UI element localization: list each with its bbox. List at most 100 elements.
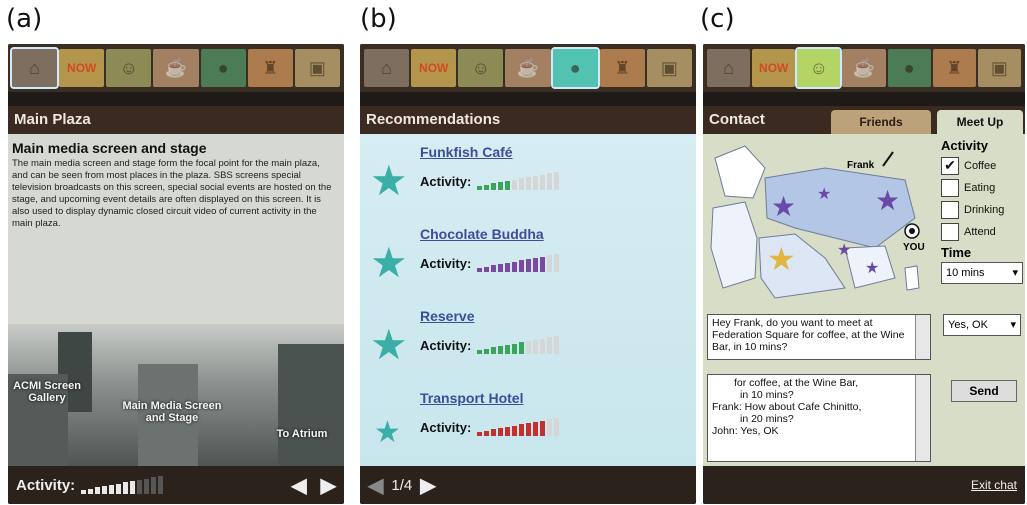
photo-label-acmi[interactable]: ACMI Screen Gallery [12, 380, 82, 404]
checkbox[interactable] [941, 223, 959, 241]
star-icon: ★ [374, 416, 401, 449]
plate-icon[interactable]: ● [550, 47, 600, 89]
activity-heading: Activity [941, 138, 988, 153]
meter-segment [533, 258, 539, 272]
next-arrow-icon[interactable]: ▶ [321, 473, 336, 498]
chat-log[interactable]: for coffee, at the Wine Bar, in 10 mins?… [707, 374, 931, 462]
meter-segment [547, 255, 553, 272]
checkbox[interactable]: ✔ [941, 157, 959, 175]
id-card-icon[interactable]: ▣ [646, 49, 692, 87]
next-page-icon[interactable]: ▶ [420, 473, 435, 498]
venue-star-icon[interactable]: ★ [875, 184, 900, 217]
venue-map[interactable]: Frank YOU ★ ★ ★ ★ ★ ★ [705, 138, 941, 308]
activity-footer: Activity: ◀ ▶ [8, 466, 344, 504]
venue-link[interactable]: Transport Hotel [420, 390, 523, 406]
reply-select[interactable]: Yes, OK ▾ [943, 314, 1021, 336]
list-item[interactable]: ★ Funkfish Café Activity: [360, 138, 696, 218]
star-icon: ★ [370, 239, 408, 286]
venue-star-icon[interactable]: ★ [865, 258, 879, 278]
category-icon-bar: ⌂ NOW ☺ ☕ ● ♜ ▣ [8, 44, 344, 92]
meter-segment [484, 185, 490, 190]
meter-segment [484, 267, 490, 272]
scrollbar[interactable] [915, 315, 930, 359]
meter-segment [130, 481, 136, 494]
now-icon-text: NOW [67, 61, 97, 75]
prev-arrow-icon[interactable]: ◀ [291, 473, 306, 498]
time-select[interactable]: 10 mins ▾ [941, 262, 1023, 284]
venue-star-icon[interactable]: ★ [837, 240, 851, 260]
photo-label-main-screen[interactable]: Main Media Screen and Stage [112, 400, 232, 424]
venue-star-highlight-icon[interactable]: ★ [767, 240, 796, 278]
venue-link[interactable]: Reserve [420, 308, 475, 324]
time-heading: Time [941, 245, 972, 260]
send-button[interactable]: Send [951, 380, 1017, 402]
plaza-photo[interactable]: ACMI Screen Gallery Main Media Screen an… [8, 324, 344, 466]
now-icon[interactable]: NOW [752, 49, 796, 87]
meter-segment [512, 180, 518, 190]
chat-line: Frank: How about Cafe Chinitto, [712, 401, 862, 413]
prev-page-icon[interactable]: ◀ [368, 473, 383, 498]
panel-c-label: (c) [700, 4, 735, 34]
venue-link[interactable]: Chocolate Buddha [420, 226, 544, 242]
meter-segment [151, 477, 157, 494]
home-icon[interactable]: ⌂ [364, 49, 410, 87]
activity-meter [477, 172, 560, 190]
activity-label: Activity: [420, 419, 472, 435]
drink-icon[interactable]: ♜ [932, 49, 976, 87]
tab-friends[interactable]: Friends [831, 110, 931, 134]
plate-icon[interactable]: ● [200, 49, 246, 87]
meter-segment [526, 259, 532, 272]
meter-segment [533, 176, 539, 190]
now-icon[interactable]: NOW [411, 49, 457, 87]
activity-label: Activity: [420, 173, 472, 189]
page-title: Main Plaza [8, 106, 344, 134]
list-item[interactable]: ★ Transport Hotel Activity: [360, 384, 696, 464]
checkbox[interactable] [941, 179, 959, 197]
meter-segment [554, 336, 560, 354]
id-card-icon[interactable]: ▣ [294, 49, 340, 87]
meter-segment [540, 175, 546, 190]
baby-icon[interactable]: ☺ [106, 49, 152, 87]
contact-tabs: Contact Friends Meet Up [703, 106, 1025, 134]
photo-label-atrium[interactable]: To Atrium [264, 428, 340, 440]
meter-segment [477, 432, 483, 436]
home-icon[interactable]: ⌂ [707, 49, 751, 87]
meter-segment [519, 178, 525, 190]
scrollbar[interactable] [915, 375, 930, 461]
meter-segment [505, 181, 511, 190]
venue-star-icon[interactable]: ★ [817, 184, 831, 204]
activity-checkbox[interactable]: Eating [941, 179, 1023, 197]
drink-icon[interactable]: ♜ [247, 49, 293, 87]
activity-row: Activity: [420, 172, 560, 190]
home-icon[interactable]: ⌂ [9, 47, 60, 89]
coffee-icon[interactable]: ☕ [153, 49, 199, 87]
list-item[interactable]: ★ Reserve Activity: [360, 302, 696, 382]
activity-label: Activity: [16, 476, 76, 494]
id-card-icon[interactable]: ▣ [977, 49, 1021, 87]
activity-checkbox[interactable]: ✔ Coffee [941, 157, 1023, 175]
activity-checkbox[interactable]: Attend [941, 223, 1023, 241]
activity-row: Activity: [420, 336, 560, 354]
venue-link[interactable]: Funkfish Café [420, 144, 513, 160]
meter-segment [554, 254, 560, 272]
meter-segment [547, 419, 553, 436]
coffee-icon[interactable]: ☕ [505, 49, 551, 87]
activity-checkbox[interactable]: Drinking [941, 201, 1023, 219]
baby-icon[interactable]: ☺ [458, 49, 504, 87]
page-indicator: 1/4 [391, 476, 413, 494]
exit-chat-link[interactable]: Exit chat [971, 478, 1017, 492]
time-select-value: 10 mins [946, 267, 985, 279]
list-item[interactable]: ★ Chocolate Buddha Activity: [360, 220, 696, 300]
draft-message-field[interactable]: Hey Frank, do you want to meet at Federa… [707, 314, 931, 360]
tab-meet-up[interactable]: Meet Up [937, 110, 1023, 134]
meter-segment [102, 486, 108, 494]
venue-star-icon[interactable]: ★ [771, 190, 796, 223]
drink-icon[interactable]: ♜ [599, 49, 645, 87]
checkbox[interactable] [941, 201, 959, 219]
coffee-icon[interactable]: ☕ [842, 49, 886, 87]
plate-icon[interactable]: ● [887, 49, 931, 87]
baby-icon[interactable]: ☺ [795, 47, 843, 89]
chat-line: John: Yes, OK [712, 425, 779, 437]
now-icon[interactable]: NOW [59, 49, 105, 87]
meter-segment [484, 349, 490, 354]
